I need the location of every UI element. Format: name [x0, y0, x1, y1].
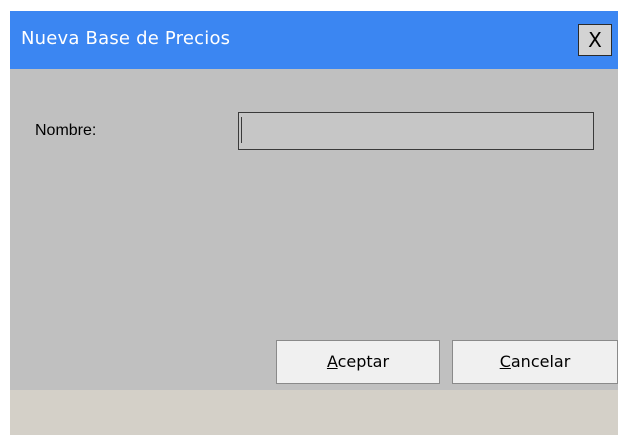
cancel-mnemonic: C: [499, 352, 511, 371]
dialog-title: Nueva Base de Precios: [21, 28, 231, 49]
name-label: Nombre:: [35, 122, 97, 139]
accept-label-rest: ceptar: [337, 352, 390, 371]
name-input[interactable]: [238, 112, 594, 150]
accept-mnemonic: A: [326, 352, 338, 371]
text-caret: [241, 117, 242, 143]
cancel-label-rest: ancelar: [510, 352, 571, 371]
footer-strip: [10, 390, 618, 435]
cancel-button[interactable]: Cancelar: [452, 340, 618, 384]
close-button[interactable]: X: [578, 24, 612, 56]
accept-button[interactable]: Aceptar: [276, 340, 440, 384]
close-icon: X: [588, 28, 602, 52]
title-bar[interactable]: Nueva Base de Precios X: [10, 11, 618, 69]
dialog-window: Nueva Base de Precios X Nombre: Aceptar …: [10, 11, 618, 435]
